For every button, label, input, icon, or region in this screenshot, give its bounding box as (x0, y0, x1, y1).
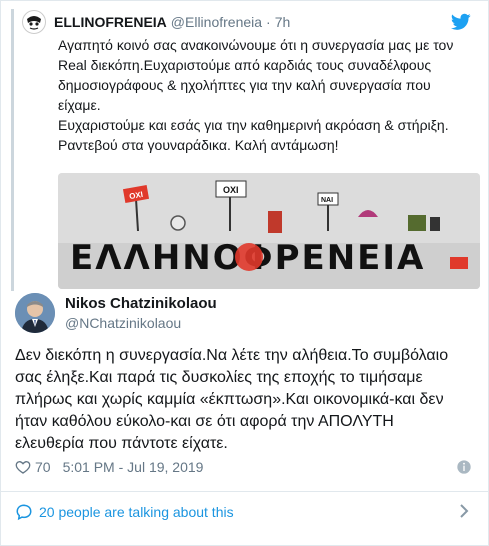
quoted-tweet-time[interactable]: 7h (275, 14, 291, 30)
banner-logo-accent (235, 243, 263, 271)
hat-figure (170, 215, 186, 231)
info-icon[interactable] (456, 459, 472, 475)
quoted-text-line: Real διεκόπη.Ευχαριστούμε από καρδιάς το… (58, 57, 432, 73)
quoted-author-avatar[interactable] (22, 10, 46, 34)
tweet-embed-card: ELLINOFRENEIA @Ellinofreneia · 7h Αγαπητ… (0, 0, 489, 546)
quoted-author-name[interactable]: ELLINOFRENEIA (54, 14, 167, 30)
conversation-link[interactable]: 20 people are talking about this (15, 497, 234, 527)
author-name[interactable]: Nikos Chatzinikolaou (65, 294, 217, 314)
tweet-timestamp[interactable]: 5:01 PM - Jul 19, 2019 (63, 459, 204, 475)
author-handle[interactable]: @NChatzinikolaou (65, 314, 217, 332)
boxing-glove (268, 211, 282, 233)
tweet-text: Δεν διεκόπη η συνεργασία.Να λέτε την αλή… (15, 345, 477, 455)
quoted-text-line: Ευχαριστούμε και εσάς για την καθημερινή… (58, 117, 449, 133)
quoted-text-line: είχαμε. (58, 97, 101, 113)
tweet-text-line: ήταν καθόλου εύκολο-και σε ότι αφορά την… (15, 413, 394, 430)
quoted-text-line: δημοσιογράφους & ηχολήπτες για την καλή … (58, 77, 431, 93)
separator-dot: · (266, 14, 271, 30)
quoted-text-line: Αγαπητό κοινό σας ανακοινώνουμε ότι η συ… (58, 37, 454, 53)
bottle-figure (430, 217, 440, 231)
chevron-right-icon[interactable] (458, 504, 470, 518)
quoted-tweet-image[interactable]: ΟΧΙ ΟΧΙ ΝΑΙ ΕΛΛΗΝΟΦΡΕΝΕΙΑ (58, 173, 480, 289)
like-count[interactable]: 70 (35, 459, 51, 475)
quoted-tweet-header: ELLINOFRENEIA @Ellinofreneia · 7h (22, 9, 290, 35)
helmet-figure (408, 215, 426, 231)
tweet-author[interactable]: Nikos Chatzinikolaou @NChatzinikolaou (15, 293, 217, 333)
conversation-link-label[interactable]: 20 people are talking about this (39, 504, 234, 520)
quoted-tweet-text: Αγαπητό κοινό σας ανακοινώνουμε ότι η συ… (58, 35, 478, 155)
banner-red-shoe (450, 257, 468, 269)
tweet-text-line: πλήρως και χωρίς καμμία «έκπτωση».Και οι… (15, 391, 444, 408)
tweet-text-line: σας έληξε.Και παρά τις δυσκολίες της επο… (15, 369, 423, 386)
author-avatar[interactable] (15, 293, 55, 333)
tweet-meta: 70 5:01 PM - Jul 19, 2019 (15, 456, 203, 478)
tweet-text-line: ελευθερία που πάντοτε είχατε. (15, 435, 228, 452)
quoted-tweet[interactable]: ELLINOFRENEIA @Ellinofreneia · 7h Αγαπητ… (11, 9, 481, 291)
profile-photo-icon (15, 293, 55, 333)
sign-center-label: ΟΧΙ (223, 185, 239, 195)
ellinofreneia-banner: ΟΧΙ ΟΧΙ ΝΑΙ ΕΛΛΗΝΟΦΡΕΝΕΙΑ (58, 173, 480, 289)
tweet-text-line: Δεν διεκόπη η συνεργασία.Να λέτε την αλή… (15, 347, 449, 364)
twitter-bird-icon[interactable] (451, 13, 471, 31)
author-names: Nikos Chatzinikolaou @NChatzinikolaou (65, 294, 217, 332)
quoted-author-handle[interactable]: @Ellinofreneia (171, 14, 262, 30)
ellinofreneia-logo-icon (24, 12, 44, 32)
divider (1, 491, 489, 492)
heart-icon[interactable] (15, 459, 31, 475)
quoted-text-line: Ραντεβού στα γουναράδικα. Καλή αντάμωση! (58, 137, 339, 153)
comment-icon (16, 504, 32, 521)
sign-right-label: ΝΑΙ (321, 197, 333, 204)
